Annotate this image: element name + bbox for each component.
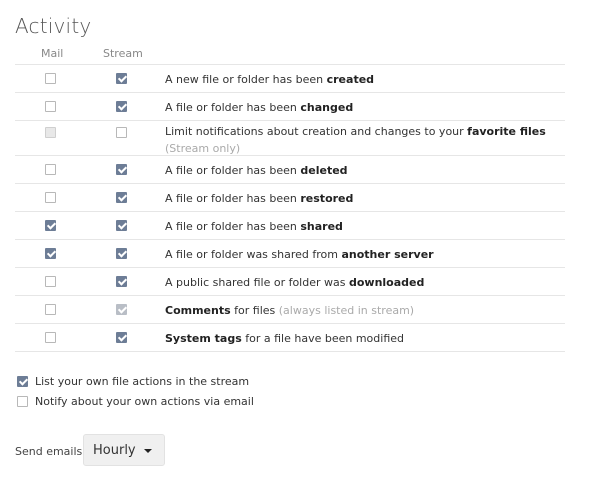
own-actions-stream-label[interactable]: List your own file actions in the stream: [35, 375, 249, 388]
activity-label-downloaded: A public shared file or folder was downl…: [165, 276, 425, 289]
stream-checkbox-comments: [116, 304, 127, 315]
stream-checkbox-downloaded[interactable]: [116, 276, 127, 287]
activity-row-changed: A file or folder has been changed: [15, 93, 565, 121]
stream-checkbox-remote-share[interactable]: [116, 248, 127, 259]
mail-checkbox-remote-share[interactable]: [45, 248, 56, 259]
stream-checkbox-favorites[interactable]: [116, 127, 127, 138]
activity-row-comments: Comments for files (always listed in str…: [15, 296, 565, 324]
send-emails-frequency-select[interactable]: Hourly: [83, 434, 165, 466]
own-actions-stream-checkbox[interactable]: [17, 376, 28, 387]
mail-checkbox-favorites: [45, 127, 56, 138]
activity-label-restored: A file or folder has been restored: [165, 192, 354, 205]
activity-label-changed: A file or folder has been changed: [165, 101, 354, 114]
activity-row-remote-share: A file or folder was shared from another…: [15, 240, 565, 268]
send-emails-label: Send emails:: [15, 445, 86, 458]
stream-checkbox-systemtags[interactable]: [116, 332, 127, 343]
stream-checkbox-changed[interactable]: [116, 101, 127, 112]
column-header-stream: Stream: [103, 47, 143, 60]
activity-row-downloaded: A public shared file or folder was downl…: [15, 268, 565, 296]
activity-label-systemtags: System tags for a file have been modifie…: [165, 332, 405, 345]
activity-row-shared: A file or folder has been shared: [15, 212, 565, 240]
activity-label-created: A new file or folder has been created: [165, 73, 375, 86]
option-own-actions-email[interactable]: Notify about your own actions via email: [17, 395, 254, 408]
activity-row-restored: A file or folder has been restored: [15, 184, 565, 212]
activity-settings-table: A new file or folder has been created A …: [15, 64, 565, 352]
activity-label-deleted: A file or folder has been deleted: [165, 164, 348, 177]
own-actions-email-checkbox[interactable]: [17, 396, 28, 407]
mail-checkbox-downloaded[interactable]: [45, 276, 56, 287]
activity-row-favorites: Limit notifications about creation and c…: [15, 121, 565, 156]
stream-checkbox-restored[interactable]: [116, 192, 127, 203]
stream-checkbox-shared[interactable]: [116, 220, 127, 231]
mail-checkbox-comments[interactable]: [45, 304, 56, 315]
mail-checkbox-shared[interactable]: [45, 220, 56, 231]
page-title: Activity: [15, 14, 92, 38]
column-header-mail: Mail: [41, 47, 64, 60]
own-actions-email-label[interactable]: Notify about your own actions via email: [35, 395, 254, 408]
send-emails-frequency-value: Hourly: [93, 443, 136, 458]
stream-checkbox-created[interactable]: [116, 73, 127, 84]
activity-label-shared: A file or folder has been shared: [165, 220, 343, 233]
mail-checkbox-restored[interactable]: [45, 192, 56, 203]
comments-note: (always listed in stream): [278, 304, 415, 317]
favorites-note: (Stream only): [165, 142, 241, 155]
activity-label-comments: Comments for files (always listed in str…: [165, 304, 415, 317]
activity-row-deleted: A file or folder has been deleted: [15, 156, 565, 184]
mail-checkbox-systemtags[interactable]: [45, 332, 56, 343]
stream-checkbox-deleted[interactable]: [116, 164, 127, 175]
activity-label-favorites: Limit notifications about creation and c…: [165, 125, 546, 155]
mail-checkbox-changed[interactable]: [45, 101, 56, 112]
mail-checkbox-created[interactable]: [45, 73, 56, 84]
mail-checkbox-deleted[interactable]: [45, 164, 56, 175]
option-own-actions-stream[interactable]: List your own file actions in the stream: [17, 375, 249, 388]
activity-row-systemtags: System tags for a file have been modifie…: [15, 324, 565, 352]
activity-row-created: A new file or folder has been created: [15, 65, 565, 93]
activity-label-remote-share: A file or folder was shared from another…: [165, 248, 434, 261]
caret-down-icon: [144, 449, 152, 453]
